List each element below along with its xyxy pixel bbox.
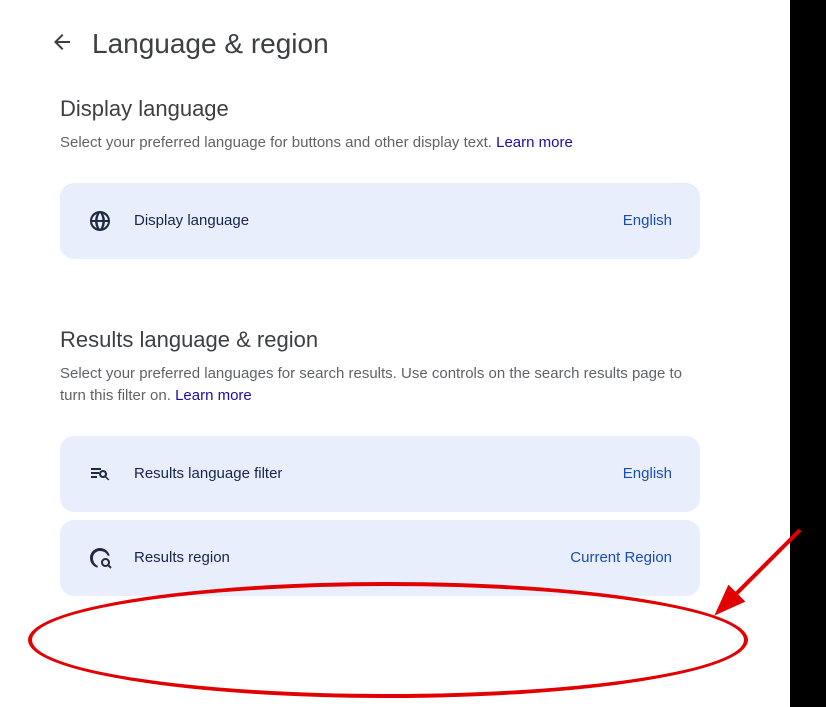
results-language-filter-label: Results language filter	[134, 465, 601, 482]
display-language-label: Display language	[134, 212, 601, 229]
learn-more-link-results[interactable]: Learn more	[175, 387, 252, 404]
section-desc-text: Select your preferred languages for sear…	[60, 365, 682, 405]
globe-icon	[88, 209, 112, 233]
page-title: Language & region	[92, 28, 329, 60]
results-region-label: Results region	[134, 549, 548, 566]
back-button[interactable]	[50, 30, 74, 59]
filter-search-icon	[88, 462, 112, 486]
section-results-language-region: Results language & region Select your pr…	[0, 287, 760, 624]
display-language-card[interactable]: Display language English	[60, 183, 700, 259]
learn-more-link-display-language[interactable]: Learn more	[496, 134, 573, 151]
section-display-language: Display language Select your preferred l…	[0, 80, 760, 287]
arrow-left-icon	[50, 30, 74, 59]
results-region-value: Current Region	[570, 549, 672, 566]
section-title-display-language: Display language	[60, 96, 700, 122]
right-black-bar	[790, 0, 826, 707]
globe-search-icon	[88, 546, 112, 570]
page-header: Language & region	[0, 8, 760, 80]
section-desc-results: Select your preferred languages for sear…	[60, 363, 700, 408]
section-desc-display-language: Select your preferred language for butto…	[60, 132, 700, 155]
section-desc-text: Select your preferred language for butto…	[60, 134, 496, 151]
results-language-filter-value: English	[623, 465, 672, 482]
display-language-value: English	[623, 212, 672, 229]
results-language-filter-card[interactable]: Results language filter English	[60, 436, 700, 512]
results-region-card[interactable]: Results region Current Region	[60, 520, 700, 596]
section-title-results: Results language & region	[60, 327, 700, 353]
